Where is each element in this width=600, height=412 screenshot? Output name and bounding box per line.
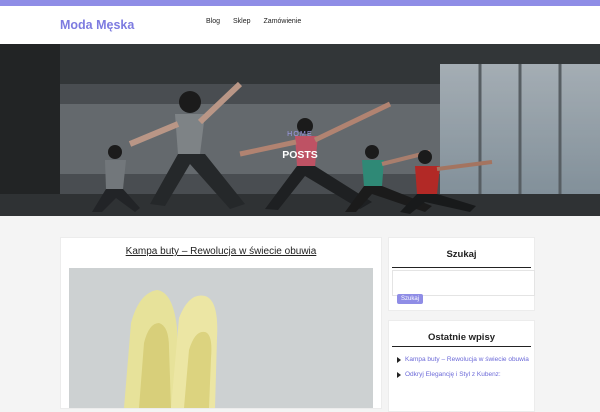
search-divider <box>392 267 531 268</box>
breadcrumb-home[interactable]: HOME <box>0 131 600 138</box>
recent-post-link[interactable]: Kampa buty – Rewolucja w świecie obuwia <box>405 354 529 365</box>
search-input[interactable] <box>392 270 535 296</box>
site-logo[interactable]: Moda Męska <box>60 18 134 32</box>
page-title: POSTS <box>282 149 318 161</box>
bullet-arrow-icon <box>397 357 401 363</box>
nav-item-blog[interactable]: Blog <box>206 18 220 25</box>
nav-item-sklep[interactable]: Sklep <box>233 18 251 25</box>
hero-image <box>0 44 600 216</box>
recent-post-item[interactable]: Odkryj Elegancję i Styl z Kubenz: <box>397 369 529 380</box>
site-header: Moda Męska Blog Sklep Zamówienie <box>0 6 600 44</box>
post-title-link[interactable]: Kampa buty – Rewolucja w świecie obuwia <box>61 246 381 257</box>
recent-post-item[interactable]: Kampa buty – Rewolucja w świecie obuwia <box>397 354 529 365</box>
search-button[interactable]: Szukaj <box>397 294 424 304</box>
post-featured-image[interactable] <box>69 268 373 408</box>
bullet-arrow-icon <box>397 372 401 378</box>
post-card: Kampa buty – Rewolucja w świecie obuwia <box>60 237 382 409</box>
hero-banner: HOME POSTS <box>0 44 600 216</box>
main-nav: Blog Sklep Zamówienie <box>206 18 301 25</box>
search-widget-title: Szukaj <box>446 249 477 260</box>
recent-posts-list: Kampa buty – Rewolucja w świecie obuwia … <box>397 354 529 384</box>
shoes-image <box>69 268 373 408</box>
recent-post-link[interactable]: Odkryj Elegancję i Styl z Kubenz: <box>405 369 501 380</box>
recent-posts-widget: Ostatnie wpisy Kampa buty – Rewolucja w … <box>388 320 535 412</box>
recent-posts-title: Ostatnie wpisy <box>427 332 496 343</box>
recent-divider <box>392 346 531 347</box>
nav-item-zamowienie[interactable]: Zamówienie <box>264 18 302 25</box>
search-widget: Szukaj Szukaj <box>388 237 535 311</box>
